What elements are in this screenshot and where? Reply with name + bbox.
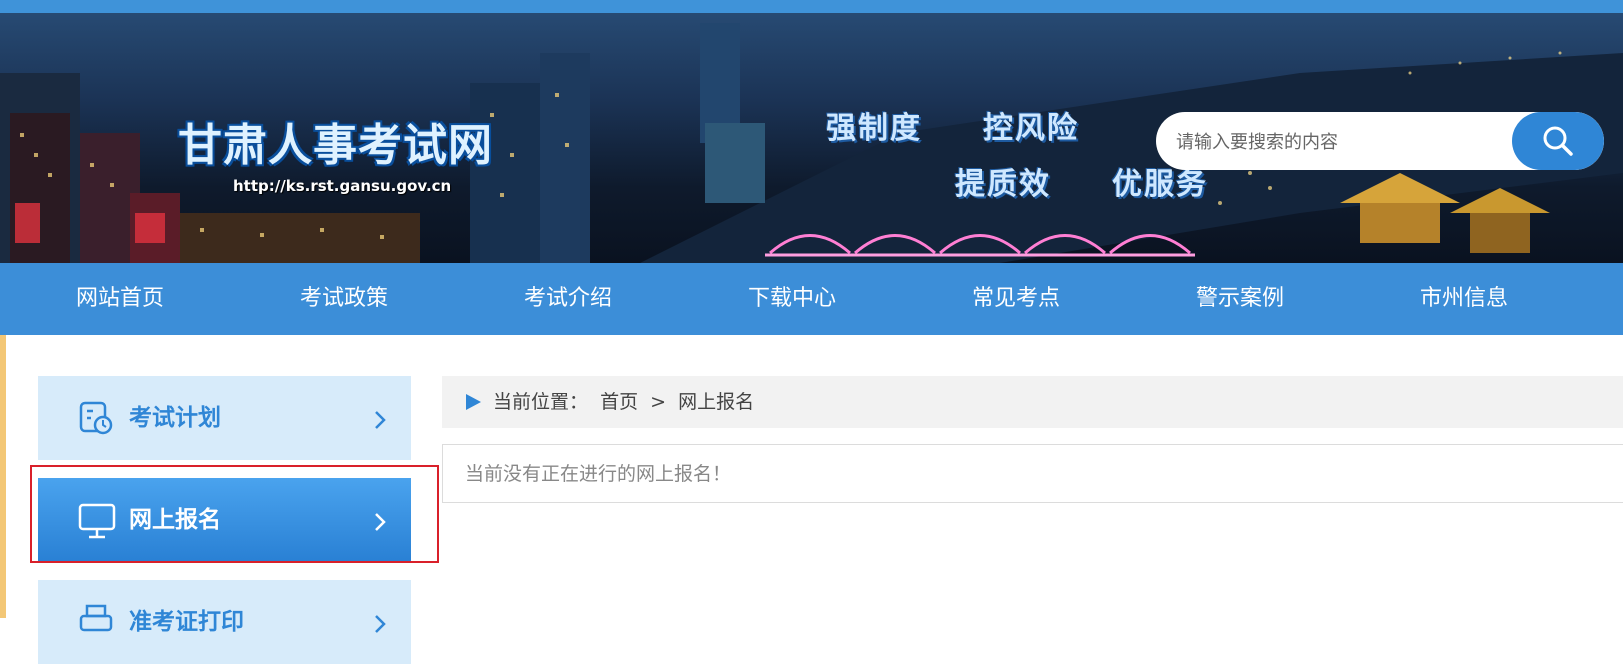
breadcrumb-prefix: 当前位置： xyxy=(493,391,589,413)
nav-item-intro[interactable]: 考试介绍 xyxy=(468,263,668,335)
sidebar-item-exam-plan[interactable]: 考试计划 xyxy=(38,376,411,460)
search-input[interactable] xyxy=(1174,112,1468,170)
top-info-bar xyxy=(0,0,1623,13)
calendar-clock-icon xyxy=(79,401,113,435)
nav-item-venues[interactable]: 常见考点 xyxy=(916,263,1116,335)
selection-highlight-box xyxy=(30,465,439,563)
search-box xyxy=(1156,112,1604,170)
site-title: 甘肃人事考试网 xyxy=(178,120,493,171)
nav-item-warnings[interactable]: 警示案例 xyxy=(1140,263,1340,335)
nav-item-cities[interactable]: 市州信息 xyxy=(1364,263,1564,335)
sidebar-item-label: 准考证打印 xyxy=(129,609,244,635)
sidebar-item-label: 考试计划 xyxy=(129,405,221,431)
breadcrumb: 当前位置： 首页 > 网上报名 xyxy=(442,376,1623,428)
empty-message: 当前没有正在进行的网上报名！ xyxy=(465,463,732,485)
breadcrumb-text: 当前位置： 首页 > 网上报名 xyxy=(493,376,760,428)
breadcrumb-current: 网上报名 xyxy=(678,391,755,413)
breadcrumb-separator: > xyxy=(650,391,667,413)
sidebar-item-admission-print[interactable]: 准考证打印 xyxy=(38,580,411,664)
content-panel: 当前没有正在进行的网上报名！ xyxy=(442,444,1623,503)
nav-item-home[interactable]: 网站首页 xyxy=(20,263,220,335)
breadcrumb-home-link[interactable]: 首页 xyxy=(600,391,638,413)
slogan-3: 提质效 xyxy=(955,167,1051,202)
chevron-right-icon xyxy=(375,411,386,429)
site-url: http://ks.rst.gansu.gov.cn xyxy=(233,177,452,195)
header-banner: 甘肃人事考试网 http://ks.rst.gansu.gov.cn 强制度 控… xyxy=(0,13,1623,263)
nav-item-download[interactable]: 下载中心 xyxy=(692,263,892,335)
slogan-2: 控风险 xyxy=(983,111,1079,146)
main-nav: 网站首页 考试政策 考试介绍 下载中心 常见考点 警示案例 市州信息 xyxy=(0,263,1623,335)
nav-item-policy[interactable]: 考试政策 xyxy=(244,263,444,335)
search-button[interactable] xyxy=(1512,112,1604,170)
chevron-right-icon xyxy=(375,615,386,633)
left-accent-bar xyxy=(0,335,6,618)
slogan-1: 强制度 xyxy=(826,111,922,146)
printer-icon xyxy=(79,604,113,632)
search-icon xyxy=(1543,126,1573,156)
play-triangle-icon xyxy=(466,394,481,410)
